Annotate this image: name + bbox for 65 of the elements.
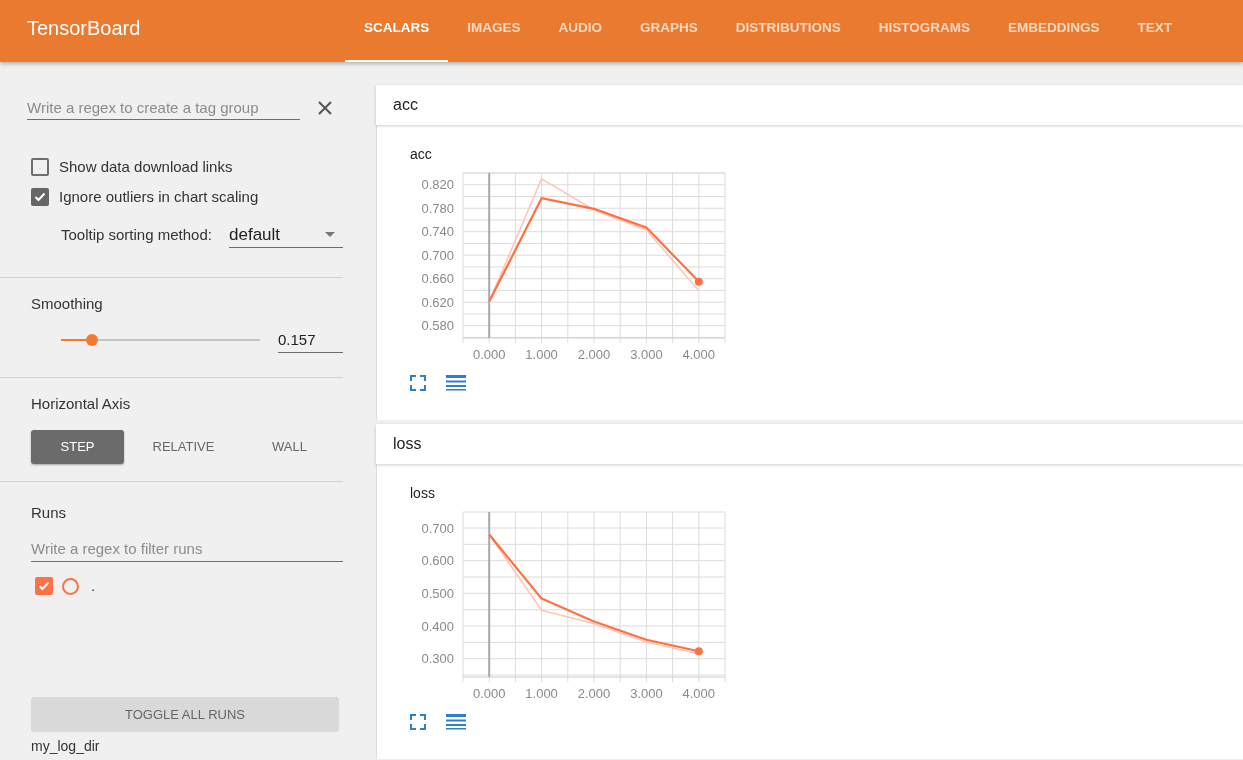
x-tick-label: 1.000 xyxy=(525,347,558,362)
y-tick-label: 0.580 xyxy=(421,318,454,334)
section-label: Horizontal Axis xyxy=(31,395,132,413)
nav-tab[interactable]: AUDIO xyxy=(539,0,622,62)
x-tick-label: 4.000 xyxy=(682,686,716,701)
section-title: loss xyxy=(393,434,422,454)
field-label: Tooltip sorting method: xyxy=(61,224,213,245)
checkbox[interactable] xyxy=(35,577,53,595)
data-point-icon xyxy=(694,647,703,656)
axis-toggle-button[interactable]: RELATIVE xyxy=(137,430,230,464)
y-tick-label: 0.620 xyxy=(421,294,454,310)
slider-thumb[interactable] xyxy=(86,334,99,346)
sort-dropdown[interactable]: default xyxy=(229,222,343,248)
x-tick-label: 3.000 xyxy=(630,347,663,362)
y-tick-label: 0.500 xyxy=(421,585,454,601)
check-icon xyxy=(38,581,50,591)
y-tick-label: 0.820 xyxy=(421,177,454,193)
y-tick-label: 0.700 xyxy=(421,520,454,536)
smoothing-field[interactable]: 0.157 xyxy=(278,327,343,353)
y-tick-label: 0.740 xyxy=(421,224,454,240)
nav-tab[interactable]: TEXT xyxy=(1118,0,1192,62)
x-tick-label: 2.000 xyxy=(577,686,611,701)
checkbox-label: Show data download links xyxy=(59,156,233,177)
x-tick-label: 0.000 xyxy=(472,347,506,362)
x-tick-label: 0.000 xyxy=(472,686,506,701)
section-label: Smoothing xyxy=(31,295,104,313)
y-tick-label: 0.780 xyxy=(421,200,454,216)
checkbox[interactable] xyxy=(31,158,49,176)
list-icon[interactable] xyxy=(446,714,466,730)
checkbox[interactable] xyxy=(31,188,49,206)
list-icon[interactable] xyxy=(446,375,466,391)
app-title: TensorBoard xyxy=(27,16,141,40)
data-point-icon xyxy=(694,277,703,286)
axis-toggle-button[interactable]: WALL xyxy=(243,430,336,464)
check-icon xyxy=(34,192,46,202)
caret-icon xyxy=(325,232,335,237)
close-icon[interactable] xyxy=(318,100,332,115)
section-label: Runs xyxy=(31,504,68,522)
nav-tab[interactable]: GRAPHS xyxy=(621,0,717,62)
y-tick-label: 0.700 xyxy=(421,247,454,263)
checkbox-label: Ignore outliers in chart scaling xyxy=(59,186,259,207)
y-tick-label: 0.600 xyxy=(421,553,454,569)
nav-tab[interactable]: IMAGES xyxy=(448,0,540,62)
chart-title: loss xyxy=(410,484,435,502)
dropdown-value: default xyxy=(229,223,281,246)
x-tick-label: 1.000 xyxy=(525,686,558,701)
tag-group-field[interactable]: Write a regex to create a tag group xyxy=(27,95,300,120)
y-tick-label: 0.300 xyxy=(421,651,454,667)
section-title: acc xyxy=(393,95,418,115)
x-tick-label: 4.000 xyxy=(682,347,716,362)
axis-toggle-button[interactable]: STEP xyxy=(31,430,124,464)
toggle-all-runs-button[interactable]: TOGGLE ALL RUNS xyxy=(31,697,339,732)
chart-title: acc xyxy=(410,145,432,163)
y-tick-label: 0.660 xyxy=(421,271,454,287)
fullscreen-icon[interactable] xyxy=(410,714,426,730)
nav-tab[interactable]: EMBEDDINGS xyxy=(989,0,1119,62)
fullscreen-icon[interactable] xyxy=(410,375,426,391)
log-dir-label: my_log_dir xyxy=(31,738,100,754)
nav-tab[interactable]: HISTOGRAMS xyxy=(859,0,990,62)
run-filter-field[interactable]: Write a regex to filter runs xyxy=(31,536,343,562)
nav-tab[interactable]: DISTRIBUTIONS xyxy=(716,0,860,62)
x-tick-label: 3.000 xyxy=(630,686,663,701)
run-label[interactable]: . xyxy=(91,574,96,598)
x-tick-label: 2.000 xyxy=(577,347,611,362)
y-tick-label: 0.400 xyxy=(421,618,454,634)
